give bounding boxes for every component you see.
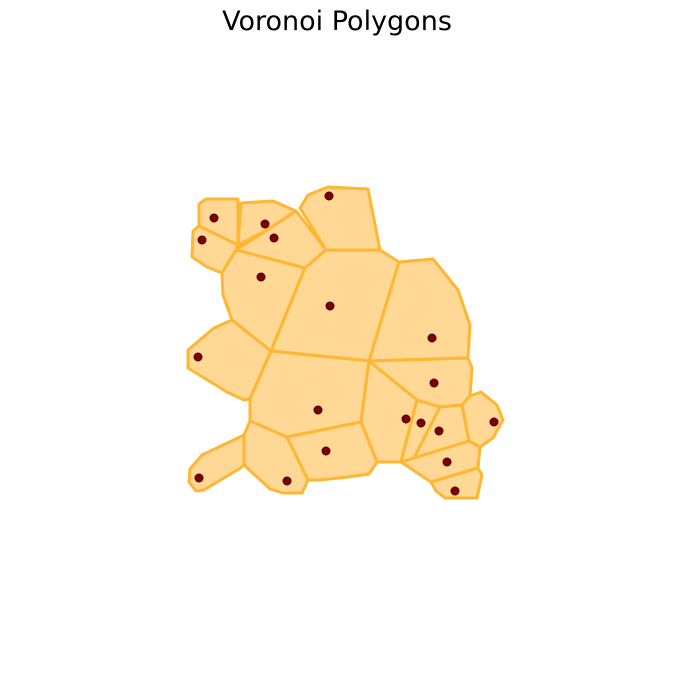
seed-point — [193, 352, 203, 362]
voronoi-cells — [186, 185, 505, 500]
seed-point — [401, 414, 411, 424]
seed-point — [325, 301, 335, 311]
voronoi-cell — [187, 433, 246, 493]
seed-point — [450, 486, 460, 496]
seed-point — [313, 405, 323, 415]
seed-point — [256, 272, 266, 282]
voronoi-diagram — [186, 185, 505, 500]
seed-point — [427, 333, 437, 343]
seed-point — [260, 219, 270, 229]
seed-point — [194, 473, 204, 483]
seed-point — [282, 476, 292, 486]
seed-point — [197, 235, 207, 245]
seed-point — [434, 426, 444, 436]
seed-point — [489, 417, 499, 427]
seed-point — [209, 213, 219, 223]
seed-point — [416, 418, 426, 428]
seed-point — [324, 191, 334, 201]
seed-point — [321, 446, 331, 456]
seed-point — [429, 378, 439, 388]
seed-point — [269, 233, 279, 243]
seed-point — [442, 457, 452, 467]
